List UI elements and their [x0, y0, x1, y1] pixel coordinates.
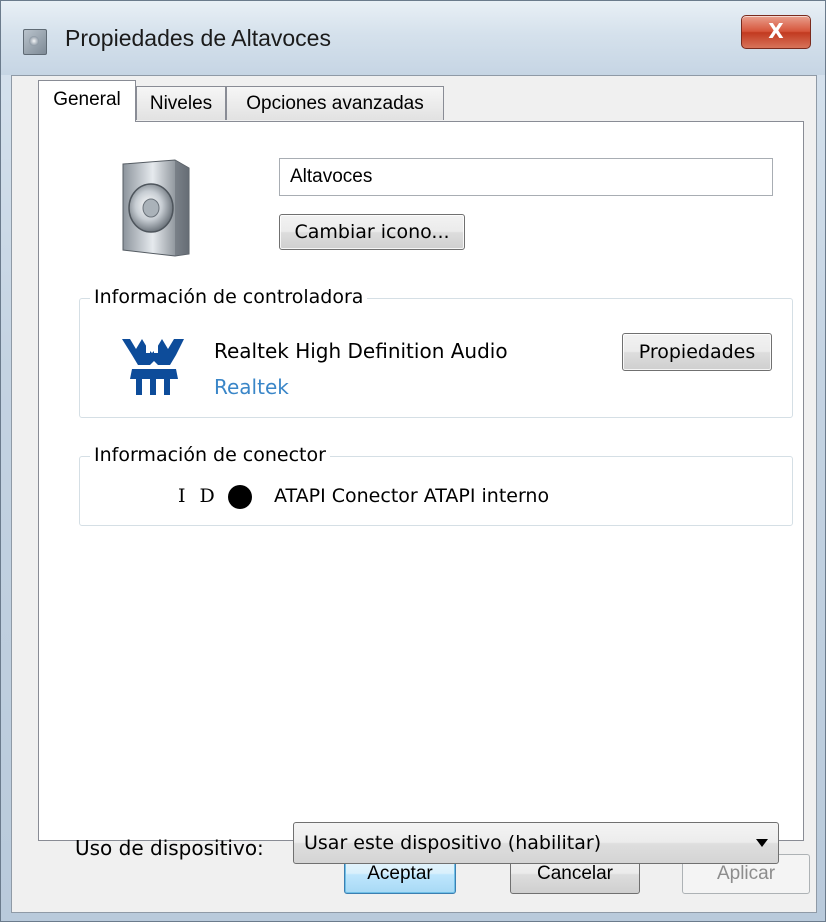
- tab-general[interactable]: General: [38, 80, 136, 122]
- chevron-down-icon[interactable]: [756, 839, 768, 847]
- dialog-client-area: General Niveles Opciones avanzadas Altav…: [11, 75, 817, 913]
- connector-info-group: Información de conector I D ATAPI Conect…: [79, 444, 793, 526]
- speaker-app-icon: [23, 29, 47, 55]
- close-button[interactable]: X: [741, 15, 811, 49]
- device-usage-selected-value: Usar este dispositivo (habilitar): [304, 832, 602, 854]
- driver-info-legend: Información de controladora: [90, 286, 368, 308]
- title-bar[interactable]: Propiedades de Altavoces X: [1, 1, 825, 75]
- tab-niveles[interactable]: Niveles: [136, 86, 226, 120]
- general-tab-panel: Altavoces Cambiar icono... Información d…: [38, 121, 804, 864]
- driver-properties-button[interactable]: Propiedades: [622, 333, 772, 371]
- device-name-input[interactable]: Altavoces: [279, 158, 773, 196]
- vendor-link[interactable]: Realtek: [214, 375, 289, 399]
- properties-window: Propiedades de Altavoces X General Nivel…: [0, 0, 826, 922]
- connector-description: ATAPI Conector ATAPI interno: [274, 485, 550, 507]
- realtek-logo: [122, 339, 184, 395]
- tab-opciones-avanzadas[interactable]: Opciones avanzadas: [226, 86, 444, 120]
- connector-color-icon: [228, 485, 252, 509]
- connector-info-legend: Información de conector: [90, 444, 330, 466]
- speaker-icon: [122, 159, 190, 257]
- window-title: Propiedades de Altavoces: [65, 25, 331, 51]
- change-icon-button[interactable]: Cambiar icono...: [279, 214, 465, 250]
- device-usage-dropdown[interactable]: Usar este dispositivo (habilitar): [293, 822, 779, 864]
- driver-name: Realtek High Definition Audio: [214, 339, 508, 363]
- connector-id-label: I D: [178, 485, 219, 507]
- device-usage-label: Uso de dispositivo:: [75, 836, 264, 860]
- driver-info-group: Información de controladora Realtek High…: [79, 286, 793, 418]
